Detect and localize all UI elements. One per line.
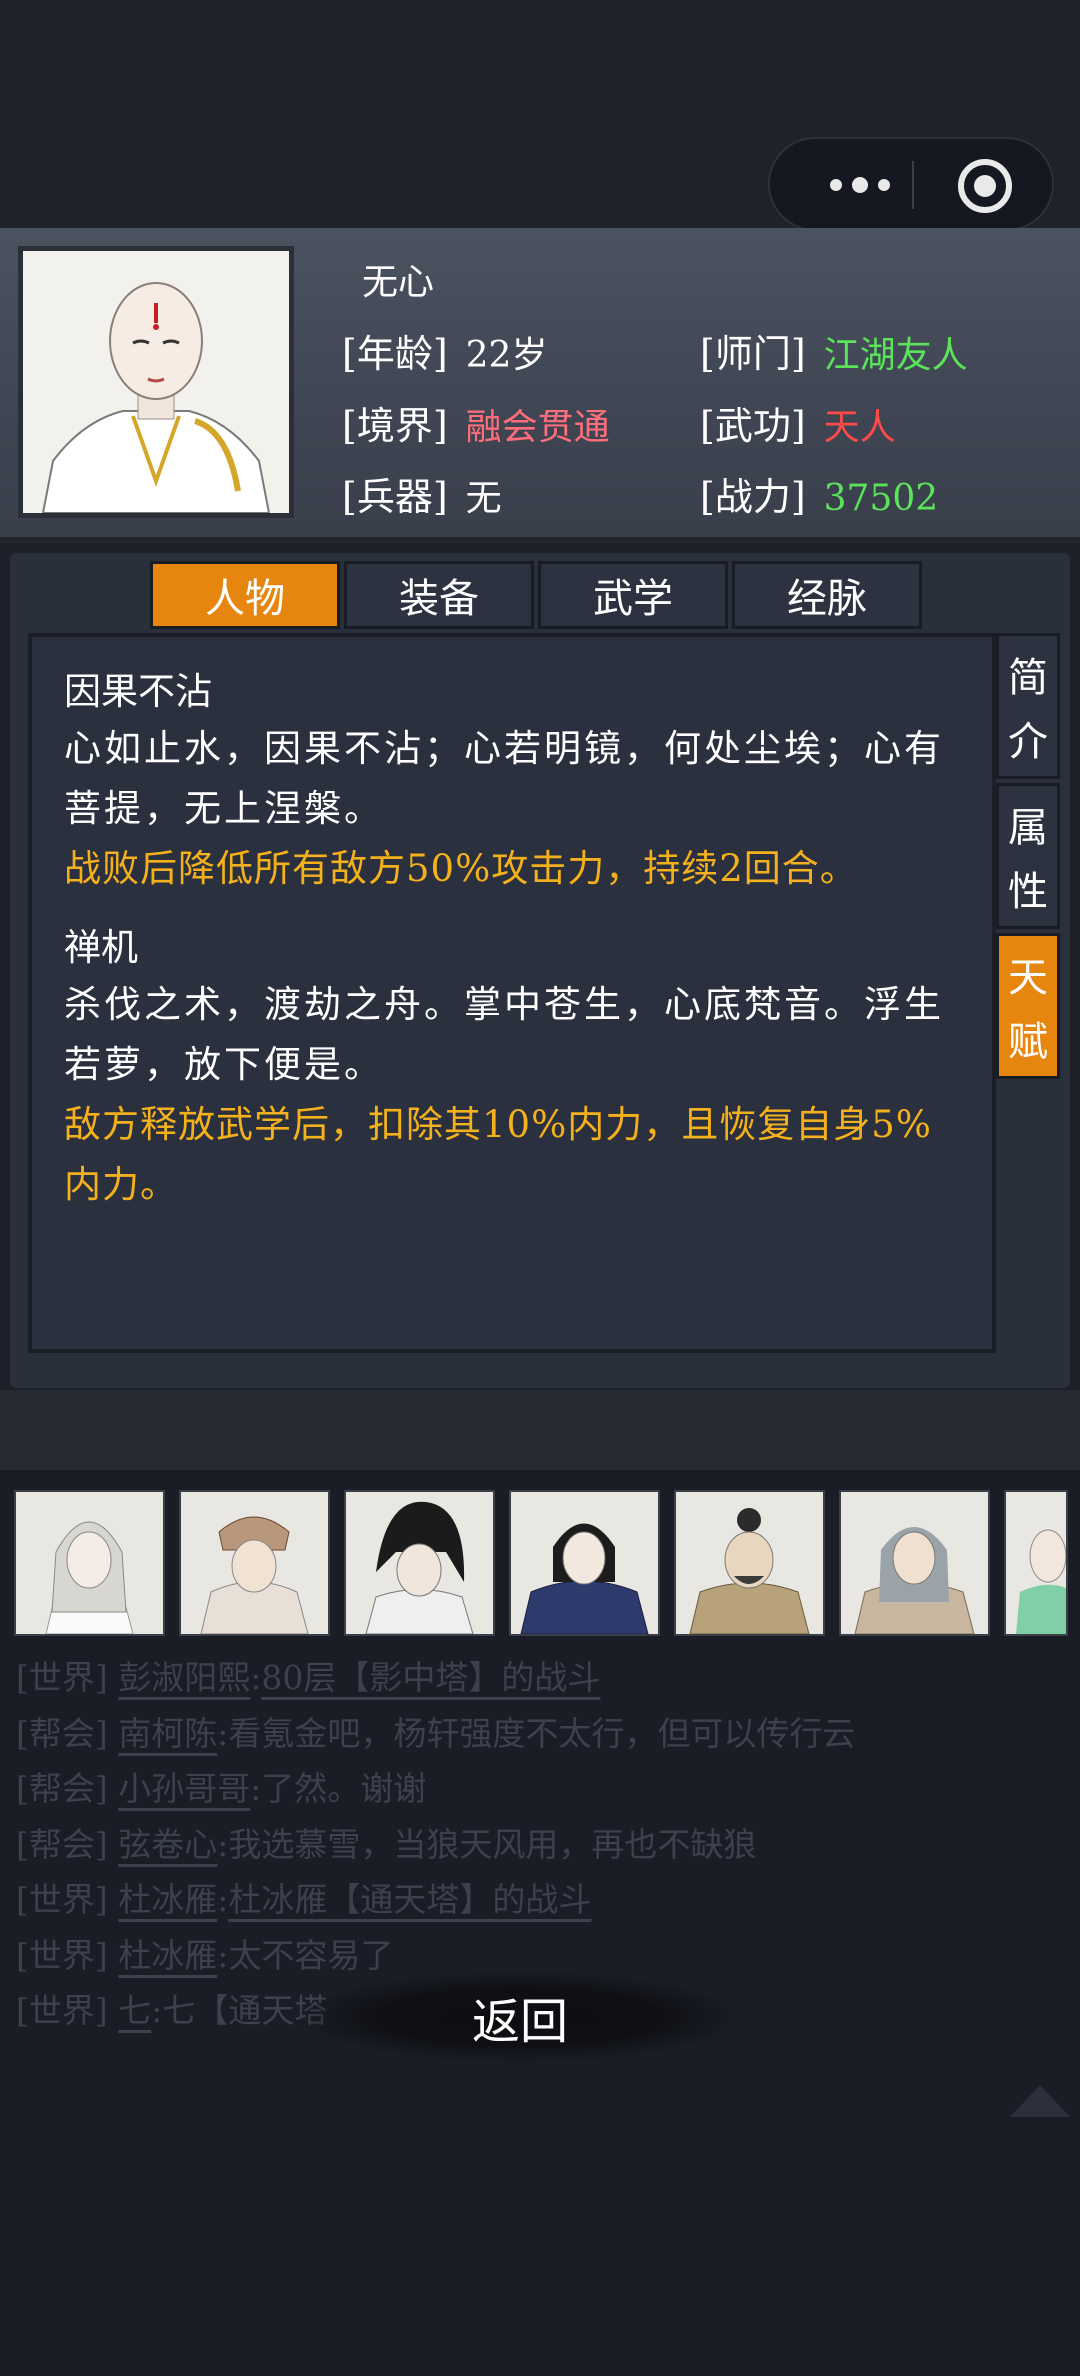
avatar-strip xyxy=(14,1490,1068,1636)
more-icon[interactable] xyxy=(808,161,912,209)
miniprogram-capsule xyxy=(768,137,1054,231)
stat-age: [年龄] 22岁 xyxy=(342,332,548,376)
avatar[interactable] xyxy=(674,1490,825,1636)
chat-message: [世界] 杜冰雁:杜冰雁【通天塔】的战斗 xyxy=(16,1880,592,1919)
stat-power: [战力] 37502 xyxy=(700,475,939,519)
tab-meridians[interactable]: 经脉 xyxy=(732,561,922,629)
character-profile: 无心 [年龄] 22岁 [师门] 江湖友人 [境界] 融会贯通 [武功] 天人 [兵器]… xyxy=(0,228,1080,543)
side-tab-talents[interactable]: 天赋 xyxy=(996,933,1060,1079)
talent-title: 因果不沾 xyxy=(64,670,212,713)
capsule-divider xyxy=(912,161,914,209)
monk-portrait-icon xyxy=(41,282,271,514)
close-target-icon[interactable] xyxy=(958,159,1012,213)
avatar[interactable] xyxy=(839,1490,990,1636)
stat-martial: [武功] 天人 xyxy=(700,404,896,448)
back-button[interactable]: 返回 xyxy=(300,1972,740,2062)
chat-message: [世界] 彭淑阳熙:80层【影中塔】的战斗 xyxy=(16,1658,601,1697)
talent-content: 因果不沾 心如止水，因果不沾；心若明镜，何处尘埃；心有菩提，无上涅槃。 战败后降… xyxy=(28,633,996,1353)
talent-title: 禅机 xyxy=(64,926,138,969)
avatar[interactable] xyxy=(509,1490,660,1636)
avatar[interactable] xyxy=(344,1490,495,1636)
side-tab-intro[interactable]: 简介 xyxy=(996,633,1060,779)
talent-effect: 敌方释放武学后，扣除其10%内力，且恢复自身5%内力。 xyxy=(64,1103,932,1206)
character-portrait xyxy=(18,246,294,518)
tab-character[interactable]: 人物 xyxy=(150,561,340,629)
character-name: 无心 xyxy=(362,262,435,303)
chat-message: [帮会] 弦卷心:我选慕雪，当狼天风用，再也不缺狼 xyxy=(16,1824,757,1864)
scroll-up-icon[interactable] xyxy=(1010,2085,1070,2117)
tab-martial-arts[interactable]: 武学 xyxy=(538,561,728,629)
chat-message: [帮会] 南柯陈:看氪金吧，杨轩强度不太行，但可以传行云 xyxy=(16,1713,856,1753)
talent-description: 心如止水，因果不沾；心若明镜，何处尘埃；心有菩提，无上涅槃。 xyxy=(64,727,944,830)
tab-equipment[interactable]: 装备 xyxy=(344,561,534,629)
stat-weapon: [兵器] 无 xyxy=(342,475,502,519)
divider xyxy=(0,1390,1080,1470)
stat-realm: [境界] 融会贯通 xyxy=(342,404,610,448)
stat-sect: [师门] 江湖友人 xyxy=(700,332,968,376)
main-tabs: 人物 装备 武学 经脉 xyxy=(150,561,922,631)
avatar[interactable] xyxy=(179,1490,330,1636)
avatar[interactable] xyxy=(14,1490,165,1636)
chat-message: [帮会] 小孙哥哥:了然。谢谢 xyxy=(16,1769,427,1808)
avatar[interactable] xyxy=(1004,1490,1068,1636)
side-tabs: 简介 属性 天赋 xyxy=(996,633,1060,1083)
talent-effect: 战败后降低所有敌方50%攻击力，持续2回合。 xyxy=(64,847,858,890)
talent-description: 杀伐之术，渡劫之舟。掌中苍生，心底梵音。浮生若萝，放下便是。 xyxy=(64,983,944,1086)
side-tab-attributes[interactable]: 属性 xyxy=(996,783,1060,929)
